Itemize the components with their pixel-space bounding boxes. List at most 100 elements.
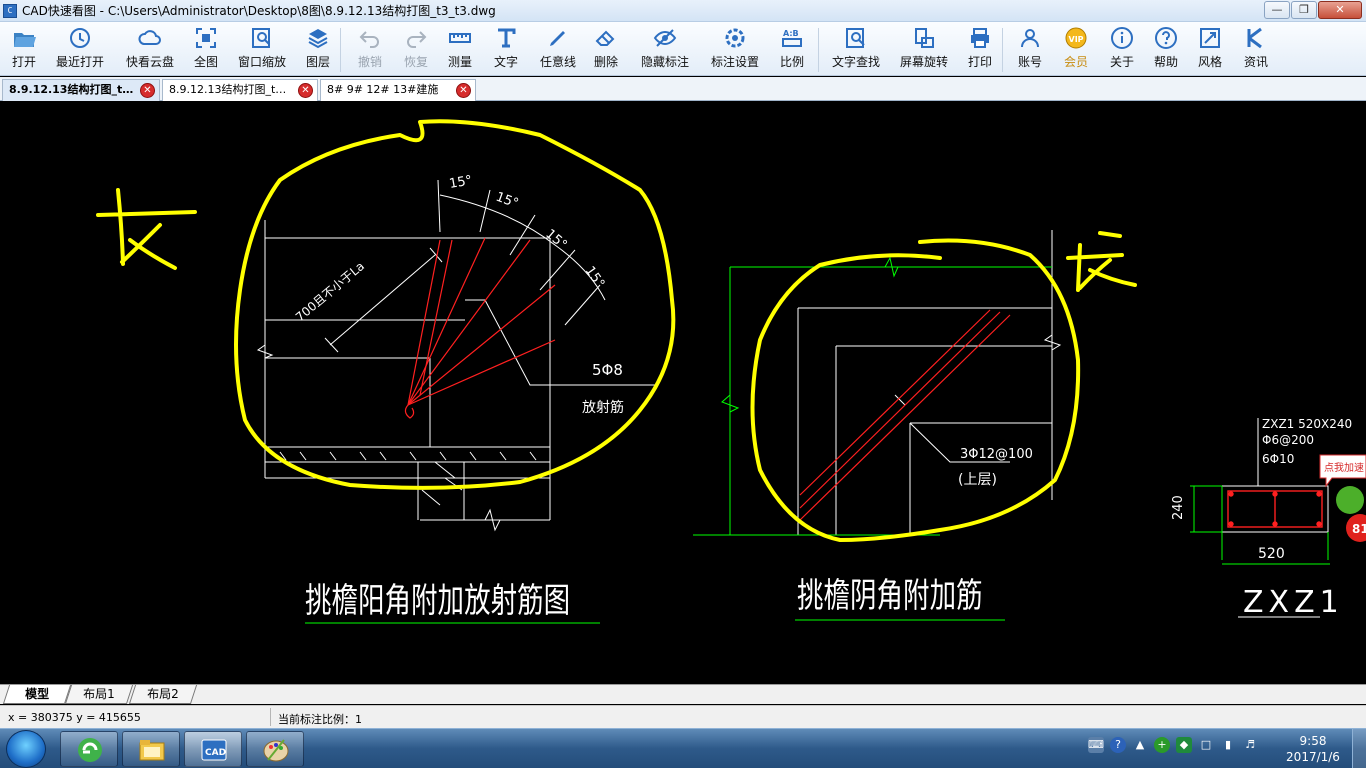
toolbar-button-news[interactable]: 资讯 — [1236, 26, 1276, 74]
toolbar-button-label: 文字查找 — [831, 55, 880, 69]
fit-all-icon — [196, 28, 216, 48]
toolbar-button-label: 风格 — [1197, 55, 1222, 69]
svg-text:A:B: A:B — [783, 29, 799, 38]
doc-tab-1[interactable]: 8.9.12.13结构打图_t… ✕ — [2, 79, 160, 101]
toolbar-separator — [340, 28, 341, 72]
layout-tab-label: 模型 — [25, 687, 50, 701]
help-tray-icon[interactable]: ? — [1110, 737, 1126, 753]
history-icon — [70, 28, 90, 48]
toolbar-button-text[interactable]: 文字 — [486, 26, 526, 74]
cad-app-icon: CAD — [201, 739, 227, 761]
taskbar-app-explorer[interactable] — [122, 731, 180, 767]
cad-drawing: 15° 15° 15° 15° 700且不小于La 5Φ8 放射筋 3Φ12@1… — [96, 119, 1366, 624]
system-tray: ⌨ ? ▲ + ◆ □ ▮ ♬ — [1088, 737, 1258, 753]
toolbar-button-zoom-window[interactable]: 窗口缩放 — [234, 26, 290, 74]
scale-icon: A:B — [782, 29, 802, 47]
folder-icon — [139, 740, 165, 761]
toolbar-button-label: 帮助 — [1153, 55, 1178, 69]
toolbar-button-printer[interactable]: 打印 — [960, 26, 1000, 74]
column-spec-line3: 6Φ10 — [1262, 452, 1294, 466]
right-rebars — [799, 309, 1011, 521]
toolbar-button-redo[interactable]: 恢复 — [396, 26, 436, 74]
browser-icon — [78, 738, 102, 762]
add-tray-icon[interactable]: + — [1154, 737, 1170, 753]
show-desktop-button[interactable] — [1352, 729, 1366, 768]
layout-tab-model[interactable]: 模型 — [2, 685, 72, 704]
angle-label: 15° — [448, 173, 473, 192]
toolbar-button-help[interactable]: 帮助 — [1146, 26, 1186, 74]
angle-label: 15° — [542, 227, 569, 253]
svg-text:VIP: VIP — [1069, 35, 1084, 44]
close-tab-icon[interactable]: ✕ — [456, 83, 471, 98]
minimize-button[interactable]: — — [1264, 1, 1290, 19]
keyboard-icon[interactable]: ⌨ — [1088, 737, 1104, 753]
toolbar-button-user[interactable]: 账号 — [1010, 26, 1050, 74]
toolbar-button-history[interactable]: 最近打开 — [50, 26, 110, 74]
toolbar-button-cloud[interactable]: 快看云盘 — [120, 26, 180, 74]
length-label: 700且不小于La — [293, 259, 367, 324]
column-title: ZXZ1 — [1243, 585, 1344, 620]
drawing-canvas[interactable]: 15° 15° 15° 15° 700且不小于La 5Φ8 放射筋 3Φ12@1… — [0, 101, 1366, 684]
toolbar-button-undo[interactable]: 撤销 — [350, 26, 390, 74]
toolbar-separator — [1002, 28, 1003, 72]
close-tab-icon[interactable]: ✕ — [298, 83, 313, 98]
help-icon — [1155, 27, 1177, 49]
toolbar-button-vip[interactable]: VIP 会员 — [1056, 26, 1096, 74]
rebar-name: 放射筋 — [582, 399, 624, 416]
system-clock[interactable]: 9:58 2017/1/6 — [1282, 733, 1344, 765]
toolbar-button-label: 打印 — [967, 55, 992, 69]
toolbar-button-label: 标注设置 — [710, 55, 759, 69]
angle-label: 15° — [494, 190, 521, 212]
toolbar-button-scale[interactable]: A:B 比例 — [770, 26, 814, 74]
speed-value: 81 — [1352, 522, 1366, 536]
toolbar-button-folder-open[interactable]: 打开 — [4, 26, 44, 74]
toolbar-button-eye-hide[interactable]: 隐藏标注 — [636, 26, 694, 74]
close-tab-icon[interactable]: ✕ — [140, 83, 155, 98]
column-spec-line1: ZXZ1 520X240 — [1262, 417, 1352, 431]
layout-tab-label: 布局2 — [147, 687, 179, 701]
app-name: CAD快速看图 — [22, 4, 96, 18]
layout-tab-2[interactable]: 布局2 — [128, 685, 198, 704]
toolbar-button-style[interactable]: 风格 — [1190, 26, 1230, 74]
redo-icon — [407, 31, 427, 48]
restore-button[interactable]: ❐ — [1291, 1, 1317, 19]
toolbar-button-annotation-settings[interactable]: 标注设置 — [704, 26, 766, 74]
markup-char-right — [1066, 231, 1137, 292]
volume-icon[interactable]: ♬ — [1242, 737, 1258, 753]
title-bar: C CAD快速看图 - C:\Users\Administrator\Deskt… — [0, 0, 1366, 22]
toolbar-button-label: 全图 — [193, 55, 218, 69]
toolbar-button-eraser[interactable]: 删除 — [586, 26, 626, 74]
doc-tab-label: 8.9.12.13结构打图_t… — [9, 83, 134, 96]
taskbar-app-paint[interactable] — [246, 731, 304, 767]
toolbar-button-info[interactable]: 关于 — [1102, 26, 1142, 74]
close-window-button[interactable]: ✕ — [1318, 1, 1362, 19]
toolbar-button-layers[interactable]: 图层 — [298, 26, 338, 74]
rebar-layer: (上层) — [958, 472, 997, 488]
toolbar-button-fit-all[interactable]: 全图 — [186, 26, 226, 74]
annotation-scale: 当前标注比例：1 — [278, 713, 362, 726]
column-rebar — [1227, 490, 1323, 528]
doc-tab-label: 8# 9# 12# 13#建施 — [327, 83, 439, 96]
clock-date: 2017/1/6 — [1286, 750, 1340, 764]
toolbar-button-text-search[interactable]: 文字查找 — [824, 26, 888, 74]
style-icon — [1200, 28, 1220, 48]
toolbar-button-rotate-screen[interactable]: 屏幕旋转 — [892, 26, 956, 74]
toolbar-button-label: 隐藏标注 — [640, 55, 689, 69]
taskbar-app-cad[interactable]: CAD — [184, 731, 242, 767]
toolbar-button-pen[interactable]: 任意线 — [534, 26, 582, 74]
doc-tab-3[interactable]: 8# 9# 12# 13#建施 ✕ — [320, 79, 476, 101]
toolbar-separator — [818, 28, 819, 72]
security-shield-icon[interactable]: ◆ — [1176, 737, 1192, 753]
toolbar-button-ruler[interactable]: 测量 — [440, 26, 480, 74]
layout-tab-1[interactable]: 布局1 — [64, 685, 134, 704]
layout-tabbar: 模型 布局1 布局2 — [0, 684, 1366, 704]
tray-overflow-icon[interactable]: ▲ — [1132, 737, 1148, 753]
signal-icon[interactable]: ▮ — [1220, 737, 1236, 753]
folder-open-icon — [14, 33, 36, 47]
doc-tab-2[interactable]: 8.9.12.13结构打图_t… ✕ — [162, 79, 318, 101]
start-button[interactable] — [6, 730, 46, 768]
status-divider — [270, 708, 271, 726]
undo-icon — [359, 31, 379, 48]
device-icon[interactable]: □ — [1198, 737, 1214, 753]
taskbar-app-browser[interactable] — [60, 731, 118, 767]
